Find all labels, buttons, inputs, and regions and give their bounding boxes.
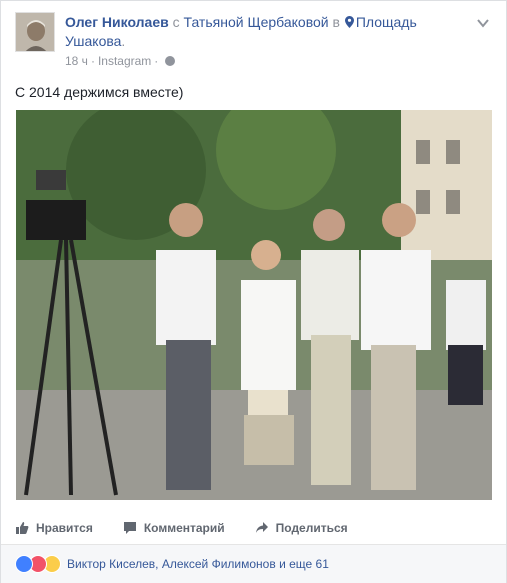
post-text: С 2014 держимся вместе): [15, 84, 184, 100]
facebook-post: Олег Николаев с Татьяной Щербаковой в Пл…: [0, 0, 507, 583]
reactions-summary: Виктор Киселев, Алексей Филимонов и еще …: [1, 544, 506, 583]
comment-button[interactable]: Комментарий: [123, 521, 225, 535]
action-bar: Нравится Комментарий Поделиться: [15, 515, 492, 541]
post-meta: 18 ч · Instagram ·: [65, 54, 176, 68]
meta-separator-2: ·: [154, 54, 159, 68]
header-line: Олег Николаев с Татьяной Щербаковой в Пл…: [65, 13, 475, 51]
post-photo[interactable]: [16, 110, 492, 500]
share-icon: [255, 522, 268, 533]
tagged-person[interactable]: Татьяной Щербаковой: [184, 14, 329, 30]
post-time[interactable]: 18 ч: [65, 54, 88, 68]
like-label: Нравится: [36, 521, 93, 535]
meta-separator: ·: [90, 54, 95, 68]
comment-icon: [123, 522, 136, 534]
reaction-names[interactable]: Виктор Киселев, Алексей Филимонов и еще …: [67, 557, 329, 571]
chevron-down-icon[interactable]: [476, 16, 490, 30]
location-pin-icon: [344, 16, 354, 28]
share-button[interactable]: Поделиться: [255, 521, 348, 535]
post-source[interactable]: Instagram: [98, 54, 151, 68]
post-header: Олег Николаев с Татьяной Щербаковой в Пл…: [15, 12, 492, 68]
comment-label: Комментарий: [143, 521, 225, 535]
in-word: в: [332, 14, 340, 30]
thumbs-up-icon: [16, 522, 29, 534]
avatar[interactable]: [15, 12, 55, 52]
with-word: с: [172, 14, 180, 30]
like-icon[interactable]: [15, 555, 33, 573]
share-label: Поделиться: [275, 521, 348, 535]
author-name[interactable]: Олег Николаев: [65, 14, 169, 30]
like-button[interactable]: Нравится: [15, 521, 93, 535]
globe-icon: [165, 56, 176, 66]
header-period: .: [121, 33, 126, 49]
